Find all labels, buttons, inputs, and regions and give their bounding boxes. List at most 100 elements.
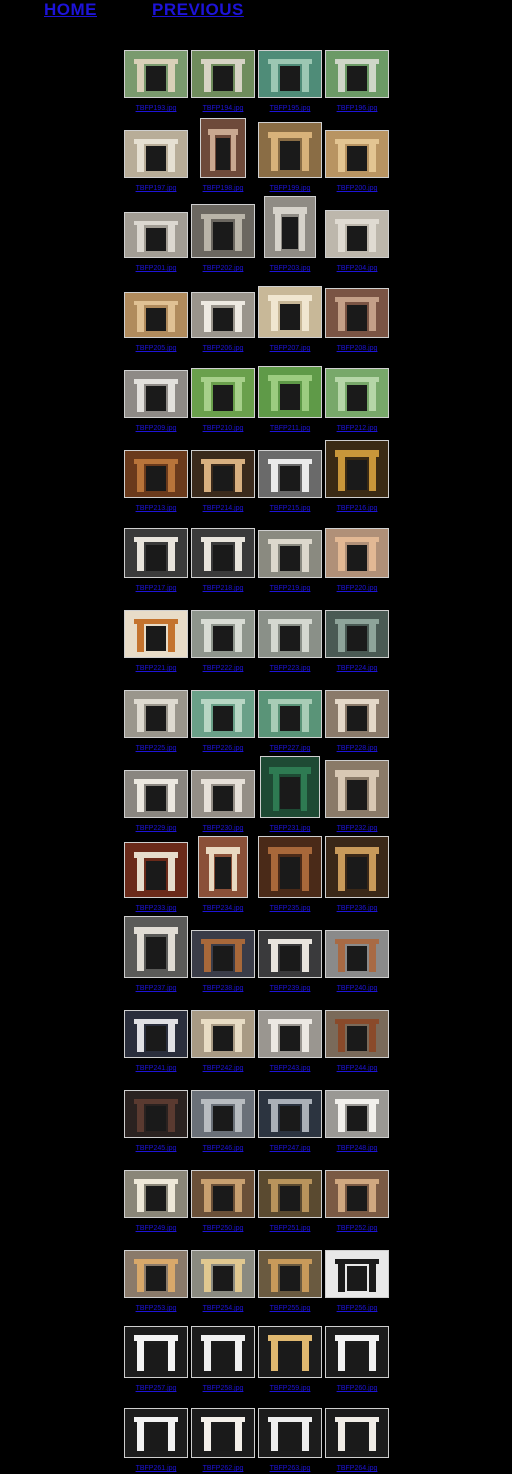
fireplace-thumbnail[interactable] xyxy=(200,118,246,178)
file-name-link[interactable]: TBFP236.jpg xyxy=(324,905,390,912)
file-name-link[interactable]: TBFP223.jpg xyxy=(257,665,323,672)
fireplace-thumbnail[interactable] xyxy=(191,204,255,258)
file-name-link[interactable]: TBFP233.jpg xyxy=(123,905,189,912)
file-name-link[interactable]: TBFP205.jpg xyxy=(123,345,189,352)
file-name-link[interactable]: TBFP262.jpg xyxy=(190,1465,256,1472)
file-name-link[interactable]: TBFP212.jpg xyxy=(324,425,390,432)
fireplace-thumbnail[interactable] xyxy=(191,368,255,418)
file-name-link[interactable]: TBFP210.jpg xyxy=(190,425,256,432)
fireplace-thumbnail[interactable] xyxy=(191,1090,255,1138)
file-name-link[interactable]: TBFP195.jpg xyxy=(257,105,323,112)
fireplace-thumbnail[interactable] xyxy=(325,50,389,98)
fireplace-thumbnail[interactable] xyxy=(325,1010,389,1058)
fireplace-thumbnail[interactable] xyxy=(191,930,255,978)
fireplace-thumbnail[interactable] xyxy=(191,528,255,578)
fireplace-thumbnail[interactable] xyxy=(258,1326,322,1378)
file-name-link[interactable]: TBFP244.jpg xyxy=(324,1065,390,1072)
file-name-link[interactable]: TBFP246.jpg xyxy=(190,1145,256,1152)
fireplace-thumbnail[interactable] xyxy=(258,530,322,578)
fireplace-thumbnail[interactable] xyxy=(325,1250,389,1298)
fireplace-thumbnail[interactable] xyxy=(258,836,322,898)
file-name-link[interactable]: TBFP197.jpg xyxy=(123,185,189,192)
fireplace-thumbnail[interactable] xyxy=(325,690,389,738)
file-name-link[interactable]: TBFP258.jpg xyxy=(190,1385,256,1392)
file-name-link[interactable]: TBFP217.jpg xyxy=(123,585,189,592)
file-name-link[interactable]: TBFP196.jpg xyxy=(324,105,390,112)
fireplace-thumbnail[interactable] xyxy=(124,1250,188,1298)
file-name-link[interactable]: TBFP249.jpg xyxy=(123,1225,189,1232)
fireplace-thumbnail[interactable] xyxy=(258,690,322,738)
file-name-link[interactable]: TBFP230.jpg xyxy=(190,825,256,832)
fireplace-thumbnail[interactable] xyxy=(191,1170,255,1218)
fireplace-thumbnail[interactable] xyxy=(325,1326,389,1378)
file-name-link[interactable]: TBFP199.jpg xyxy=(257,185,323,192)
file-name-link[interactable]: TBFP219.jpg xyxy=(257,585,323,592)
file-name-link[interactable]: TBFP242.jpg xyxy=(190,1065,256,1072)
fireplace-thumbnail[interactable] xyxy=(124,1326,188,1378)
file-name-link[interactable]: TBFP256.jpg xyxy=(324,1305,390,1312)
fireplace-thumbnail[interactable] xyxy=(325,1170,389,1218)
fireplace-thumbnail[interactable] xyxy=(124,1090,188,1138)
fireplace-thumbnail[interactable] xyxy=(191,1408,255,1458)
fireplace-thumbnail[interactable] xyxy=(191,610,255,658)
fireplace-thumbnail[interactable] xyxy=(258,1170,322,1218)
fireplace-thumbnail[interactable] xyxy=(124,690,188,738)
fireplace-thumbnail[interactable] xyxy=(124,528,188,578)
fireplace-thumbnail[interactable] xyxy=(258,1408,322,1458)
file-name-link[interactable]: TBFP213.jpg xyxy=(123,505,189,512)
fireplace-thumbnail[interactable] xyxy=(325,368,389,418)
fireplace-thumbnail[interactable] xyxy=(124,1170,188,1218)
file-name-link[interactable]: TBFP232.jpg xyxy=(324,825,390,832)
file-name-link[interactable]: TBFP238.jpg xyxy=(190,985,256,992)
fireplace-thumbnail[interactable] xyxy=(325,1408,389,1458)
file-name-link[interactable]: TBFP253.jpg xyxy=(123,1305,189,1312)
file-name-link[interactable]: TBFP211.jpg xyxy=(257,425,323,432)
fireplace-thumbnail[interactable] xyxy=(258,122,322,178)
fireplace-thumbnail[interactable] xyxy=(124,916,188,978)
fireplace-thumbnail[interactable] xyxy=(325,610,389,658)
fireplace-thumbnail[interactable] xyxy=(191,450,255,498)
fireplace-thumbnail[interactable] xyxy=(124,842,188,898)
fireplace-thumbnail[interactable] xyxy=(325,1090,389,1138)
fireplace-thumbnail[interactable] xyxy=(258,366,322,418)
fireplace-thumbnail[interactable] xyxy=(198,836,248,898)
file-name-link[interactable]: TBFP222.jpg xyxy=(190,665,256,672)
file-name-link[interactable]: TBFP231.jpg xyxy=(257,825,323,832)
fireplace-thumbnail[interactable] xyxy=(191,1010,255,1058)
file-name-link[interactable]: TBFP252.jpg xyxy=(324,1225,390,1232)
fireplace-thumbnail[interactable] xyxy=(258,1090,322,1138)
file-name-link[interactable]: TBFP228.jpg xyxy=(324,745,390,752)
fireplace-thumbnail[interactable] xyxy=(260,756,320,818)
fireplace-thumbnail[interactable] xyxy=(258,1010,322,1058)
file-name-link[interactable]: TBFP215.jpg xyxy=(257,505,323,512)
fireplace-thumbnail[interactable] xyxy=(191,1250,255,1298)
file-name-link[interactable]: TBFP202.jpg xyxy=(190,265,256,272)
file-name-link[interactable]: TBFP226.jpg xyxy=(190,745,256,752)
fireplace-thumbnail[interactable] xyxy=(258,50,322,98)
fireplace-thumbnail[interactable] xyxy=(124,370,188,418)
file-name-link[interactable]: TBFP220.jpg xyxy=(324,585,390,592)
file-name-link[interactable]: TBFP261.jpg xyxy=(123,1465,189,1472)
fireplace-thumbnail[interactable] xyxy=(191,50,255,98)
file-name-link[interactable]: TBFP257.jpg xyxy=(123,1385,189,1392)
file-name-link[interactable]: TBFP250.jpg xyxy=(190,1225,256,1232)
file-name-link[interactable]: TBFP203.jpg xyxy=(257,265,323,272)
fireplace-thumbnail[interactable] xyxy=(325,760,389,818)
file-name-link[interactable]: TBFP264.jpg xyxy=(324,1465,390,1472)
fireplace-thumbnail[interactable] xyxy=(325,288,389,338)
file-name-link[interactable]: TBFP240.jpg xyxy=(324,985,390,992)
file-name-link[interactable]: TBFP208.jpg xyxy=(324,345,390,352)
fireplace-thumbnail[interactable] xyxy=(124,1408,188,1458)
file-name-link[interactable]: TBFP255.jpg xyxy=(257,1305,323,1312)
fireplace-thumbnail[interactable] xyxy=(124,50,188,98)
file-name-link[interactable]: TBFP221.jpg xyxy=(123,665,189,672)
file-name-link[interactable]: TBFP201.jpg xyxy=(123,265,189,272)
file-name-link[interactable]: TBFP209.jpg xyxy=(123,425,189,432)
fireplace-thumbnail[interactable] xyxy=(258,1250,322,1298)
file-name-link[interactable]: TBFP247.jpg xyxy=(257,1145,323,1152)
file-name-link[interactable]: TBFP243.jpg xyxy=(257,1065,323,1072)
file-name-link[interactable]: TBFP207.jpg xyxy=(257,345,323,352)
file-name-link[interactable]: TBFP194.jpg xyxy=(190,105,256,112)
fireplace-thumbnail[interactable] xyxy=(124,212,188,258)
file-name-link[interactable]: TBFP241.jpg xyxy=(123,1065,189,1072)
